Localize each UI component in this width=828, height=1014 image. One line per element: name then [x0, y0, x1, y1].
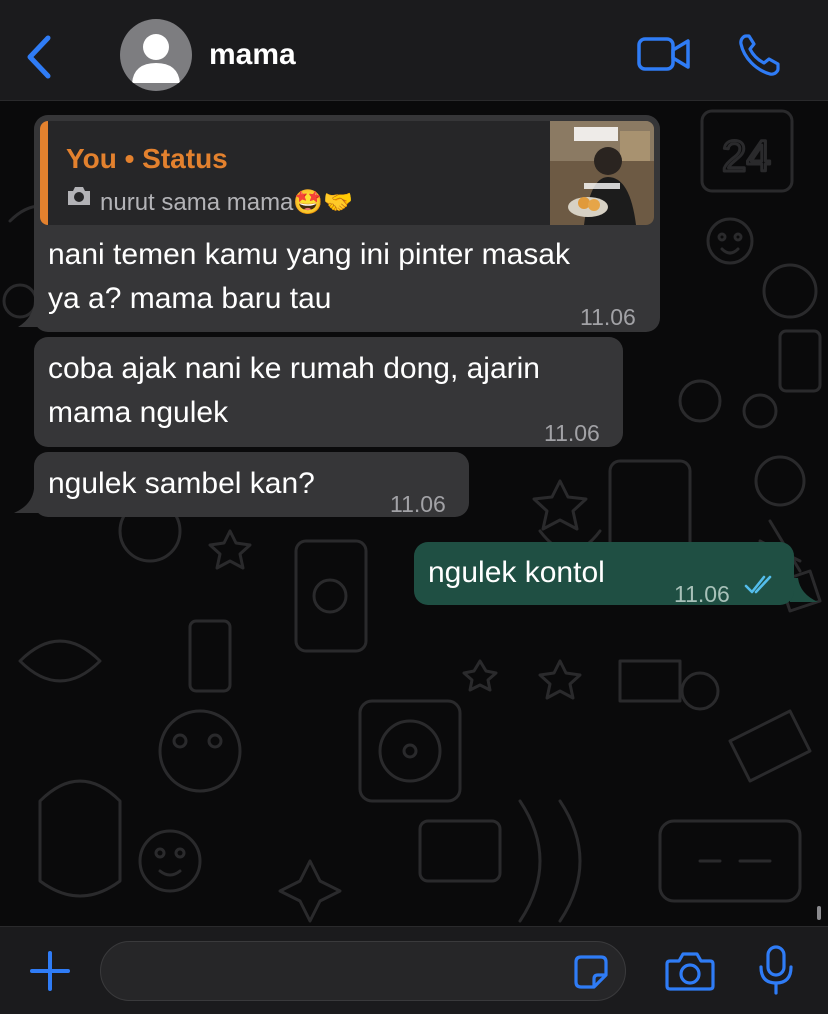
svg-text:24: 24 — [722, 132, 771, 181]
message-field[interactable] — [100, 941, 626, 1001]
status-reply-quote[interactable]: You • Status nurut sama mama🤩🤝 — [40, 121, 654, 225]
message-input[interactable] — [121, 952, 565, 992]
sticker-button[interactable] — [573, 954, 609, 990]
avatar[interactable] — [120, 19, 192, 91]
message-time: 11.06 — [544, 420, 600, 446]
quote-author: You • Status — [66, 143, 228, 174]
message-time: 11.06 — [580, 304, 636, 330]
camera-button[interactable] — [664, 947, 716, 995]
double-check-read-icon — [744, 575, 772, 594]
message-bubble-incoming[interactable]: You • Status nurut sama mama🤩🤝 nani teme… — [34, 115, 660, 332]
camera-icon — [68, 187, 90, 205]
message-text: ngulek sambel kan? — [48, 467, 315, 500]
message-bubble-incoming[interactable]: ngulek sambel kan? 11.06 — [34, 452, 469, 517]
message-bubble-incoming[interactable]: coba ajak nani ke rumah dong, ajarin mam… — [34, 337, 623, 447]
quote-accent-bar — [40, 121, 48, 225]
person-avatar-icon — [132, 34, 180, 83]
video-call-button[interactable] — [636, 30, 692, 80]
microphone-button[interactable] — [756, 943, 796, 999]
message-text: ya a? mama baru tau — [48, 282, 332, 315]
chat-area[interactable]: 24 You • Status nurut sama mama🤩🤝 nani t… — [0, 101, 828, 926]
quote-caption: nurut sama mama🤩🤝 — [100, 189, 354, 216]
message-bubble-outgoing[interactable]: ngulek kontol 11.06 — [414, 542, 794, 607]
message-text: coba ajak nani ke rumah dong, ajarin — [48, 352, 540, 385]
contact-name[interactable]: mama — [209, 38, 296, 72]
chat-header: mama — [0, 0, 828, 101]
scrollbar[interactable] — [817, 906, 821, 920]
message-input-bar — [0, 926, 828, 1014]
attach-button[interactable] — [26, 947, 74, 995]
voice-call-button[interactable] — [734, 30, 790, 80]
sticker-icon — [574, 955, 608, 989]
message-text: nani temen kamu yang ini pinter masak — [48, 238, 570, 271]
message-text: mama ngulek — [48, 396, 229, 429]
message-time: 11.06 — [390, 491, 446, 517]
chevron-left-icon — [27, 35, 51, 79]
phone-icon — [739, 34, 780, 76]
message-time: 11.06 — [674, 581, 730, 607]
status-thumbnail-image — [550, 121, 654, 225]
plus-icon — [30, 951, 70, 991]
microphone-icon — [759, 945, 793, 995]
camera-icon — [665, 952, 715, 991]
bubble-tail-4 — [790, 578, 818, 602]
video-camera-icon — [637, 37, 690, 71]
back-button[interactable] — [22, 34, 58, 80]
message-text: ngulek kontol — [428, 556, 605, 589]
